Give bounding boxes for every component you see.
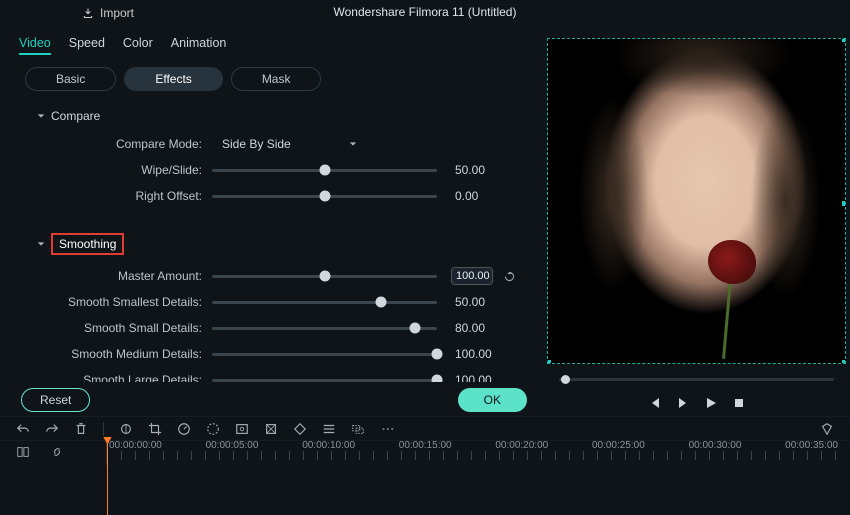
master-amount-label: Master Amount: (27, 269, 212, 283)
section-compare-title: Compare (51, 109, 100, 123)
color-icon[interactable] (206, 422, 220, 436)
tick-label: 00:00:15:00 (399, 440, 452, 451)
tab-video[interactable]: Video (19, 32, 51, 55)
greenscreen-icon[interactable] (235, 422, 249, 436)
transform-icon[interactable] (264, 422, 278, 436)
more-icon[interactable] (380, 422, 394, 436)
separator (103, 422, 104, 436)
import-icon (82, 7, 94, 19)
import-button[interactable]: Import (72, 4, 144, 22)
timeline-link-icon[interactable] (50, 445, 64, 459)
right-offset-slider[interactable] (212, 195, 437, 198)
prev-frame-button[interactable] (649, 397, 661, 409)
preview-panel (543, 26, 850, 416)
master-amount-value[interactable]: 100.00 (451, 267, 493, 285)
primary-tabs: Video Speed Color Animation (5, 26, 543, 59)
secondary-tabs: Basic Effects Mask (5, 59, 543, 97)
tick-label: 00:00:00:00 (109, 440, 162, 451)
split-icon[interactable] (119, 422, 133, 436)
speed-icon[interactable] (177, 422, 191, 436)
wipe-slide-label: Wipe/Slide: (27, 163, 212, 177)
smallest-details-slider[interactable] (212, 301, 437, 304)
large-details-value: 100.00 (455, 373, 507, 382)
preview-viewport[interactable] (547, 38, 846, 364)
tab-color[interactable]: Color (123, 32, 153, 55)
smallest-details-label: Smooth Smallest Details: (27, 295, 212, 309)
master-amount-slider[interactable] (212, 275, 437, 278)
tick-label: 00:00:35:00 (785, 440, 838, 451)
preview-seek[interactable] (547, 368, 846, 390)
medium-details-label: Smooth Medium Details: (27, 347, 212, 361)
right-offset-value: 0.00 (455, 189, 507, 203)
compare-mode-label: Compare Mode: (27, 137, 212, 151)
import-label: Import (100, 6, 134, 20)
undo-icon[interactable] (16, 422, 30, 436)
delete-icon[interactable] (74, 422, 88, 436)
edit-toolbar (0, 416, 850, 440)
chevron-down-icon (37, 240, 45, 248)
right-offset-label: Right Offset: (27, 189, 212, 203)
timeline-ruler[interactable]: 00:00:00:00 00:00:05:00 00:00:10:00 00:0… (106, 440, 840, 465)
adjust-icon[interactable] (322, 422, 336, 436)
tick-label: 00:00:30:00 (689, 440, 742, 451)
panel-footer: Reset OK (5, 382, 543, 416)
dropdown-chevron-icon (349, 140, 357, 148)
wipe-slide-slider[interactable] (212, 169, 437, 172)
property-panel: Video Speed Color Animation Basic Effect… (0, 26, 543, 416)
crop-icon[interactable] (148, 422, 162, 436)
tick-label: 00:00:10:00 (302, 440, 355, 451)
timeline-layout-icon[interactable] (16, 445, 30, 459)
redo-icon[interactable] (45, 422, 59, 436)
next-frame-button[interactable] (677, 397, 689, 409)
title-bar: Import Wondershare Filmora 11 (Untitled) (0, 0, 850, 26)
group-icon[interactable] (351, 422, 365, 436)
subtab-basic[interactable]: Basic (25, 67, 116, 91)
subtab-mask[interactable]: Mask (231, 67, 322, 91)
subtab-effects[interactable]: Effects (124, 67, 222, 91)
tick-label: 00:00:25:00 (592, 440, 645, 451)
section-smoothing-title: Smoothing (51, 233, 124, 255)
keyframe-icon[interactable] (293, 422, 307, 436)
small-details-slider[interactable] (212, 327, 437, 330)
effects-scroll[interactable]: Compare Compare Mode: Side By Side Wipe/… (5, 97, 543, 382)
large-details-label: Smooth Large Details: (27, 373, 212, 382)
reset-icon[interactable] (503, 270, 516, 283)
medium-details-slider[interactable] (212, 353, 437, 356)
marker-icon[interactable] (820, 422, 834, 436)
medium-details-value: 100.00 (455, 347, 507, 361)
stop-button[interactable] (733, 397, 745, 409)
ok-button[interactable]: OK (458, 388, 527, 412)
timeline-tracks[interactable] (10, 461, 840, 509)
section-compare-header[interactable]: Compare (37, 109, 525, 123)
tab-speed[interactable]: Speed (69, 32, 105, 55)
tick-label: 00:00:20:00 (495, 440, 548, 451)
tick-label: 00:00:05:00 (206, 440, 259, 451)
timeline: 00:00:00:00 00:00:05:00 00:00:10:00 00:0… (0, 440, 850, 513)
play-button[interactable] (705, 397, 717, 409)
large-details-slider[interactable] (212, 379, 437, 382)
chevron-down-icon (37, 112, 45, 120)
compare-mode-dropdown[interactable]: Side By Side (212, 133, 367, 155)
tab-animation[interactable]: Animation (171, 32, 227, 55)
compare-mode-value: Side By Side (222, 137, 291, 151)
smallest-details-value: 50.00 (455, 295, 507, 309)
small-details-label: Smooth Small Details: (27, 321, 212, 335)
section-smoothing-header[interactable]: Smoothing (37, 233, 525, 255)
small-details-value: 80.00 (455, 321, 507, 335)
playhead[interactable] (107, 440, 108, 515)
wipe-slide-value: 50.00 (455, 163, 507, 177)
reset-button[interactable]: Reset (21, 388, 90, 412)
app-title: Wondershare Filmora 11 (Untitled) (334, 5, 517, 19)
play-controls (547, 390, 846, 416)
